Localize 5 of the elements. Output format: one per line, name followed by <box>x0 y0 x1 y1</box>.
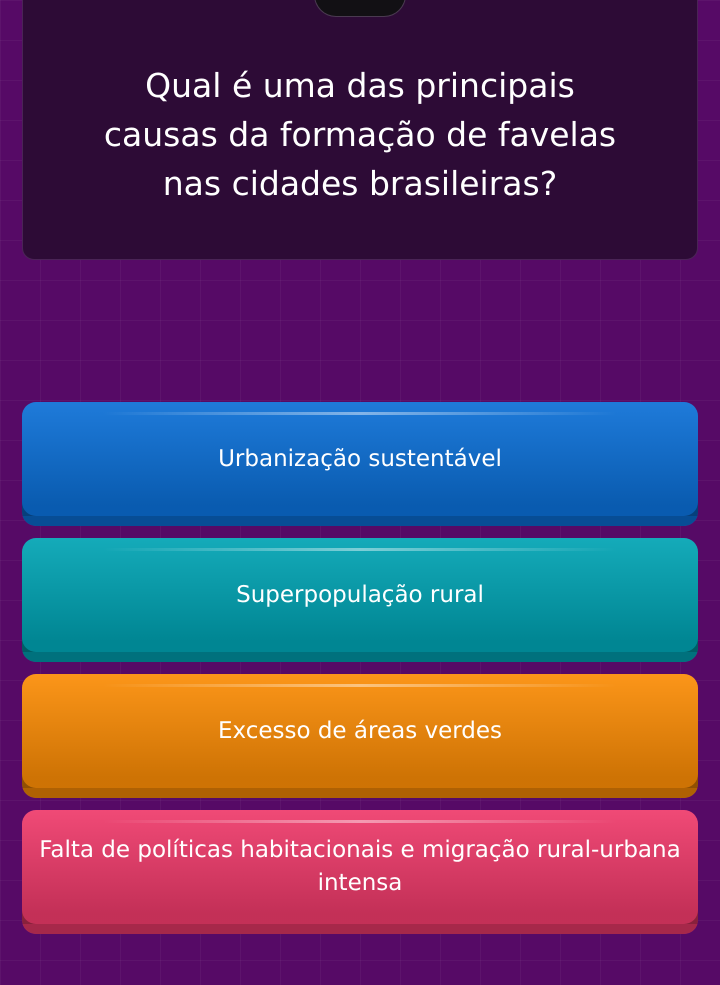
question-text: Qual é uma das principais causas da formação de favelas nas cidades brasileiras? <box>102 64 618 204</box>
answer-button[interactable]: Excesso de áreas verdes <box>22 674 698 798</box>
answer-button[interactable]: Urbanização sustentável <box>22 402 698 526</box>
answer-button[interactable]: Falta de políticas habitacionais e migração rural-urbana intensa <box>22 810 698 934</box>
answer-button[interactable]: Superpopulação rural <box>22 538 698 662</box>
